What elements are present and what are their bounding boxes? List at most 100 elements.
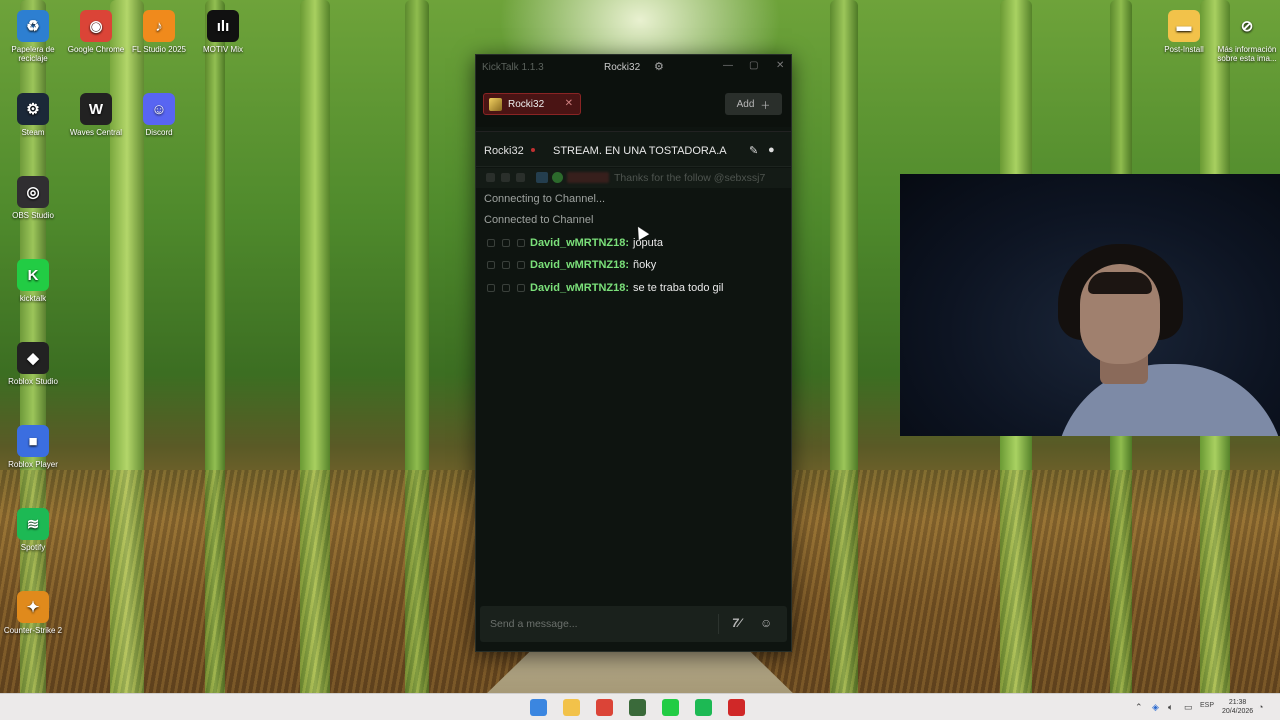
tab-rocki32[interactable]: Rocki32 ✕ (483, 93, 581, 115)
chat-message: David_wMRTNZ18: ñoky (476, 255, 791, 275)
channel-name[interactable]: Rocki32 (484, 145, 524, 157)
message-input[interactable] (480, 606, 710, 642)
monitor-icon[interactable]: ▭ (1184, 702, 1193, 713)
plus-icon: ＋ (760, 100, 771, 112)
shortcut-label: Google Chrome (67, 45, 125, 54)
app-title: KickTalk 1.1.3 (482, 62, 544, 73)
blurred-username (567, 172, 609, 183)
chrome-icon[interactable] (596, 699, 613, 716)
channel-header: Rocki32 STREAM. EN UNA TOSTADORA.A ✎ ● (476, 131, 791, 167)
user-icon[interactable]: ● (768, 144, 775, 156)
roblox-player-icon: ■ (17, 425, 49, 457)
chrome-icon: ◉ (80, 10, 112, 42)
volume-icon[interactable]: 🔈︎ (1168, 702, 1173, 713)
person-shoulders (1055, 364, 1280, 436)
emoji-icon[interactable]: ☺ (760, 616, 772, 630)
shortcut-label: Roblox Player (8, 460, 58, 469)
title-channel: Rocki32 (604, 62, 641, 73)
game-icon[interactable] (629, 699, 646, 716)
desktop-shortcut[interactable]: ■ Roblox Player (2, 425, 64, 469)
channel-avatar (489, 97, 502, 111)
desktop-shortcut[interactable]: ✦ Counter-Strike 2 (2, 591, 64, 635)
kicktalk-icon: K (17, 259, 49, 291)
message-composer: 7⁄ ☺ (480, 606, 787, 642)
desktop-shortcut[interactable]: ▬ Post-Install (1153, 10, 1215, 54)
mod-icon[interactable] (516, 173, 525, 182)
shortcut-label: Papelera de reciclaje (11, 45, 55, 63)
delete-icon[interactable] (517, 261, 525, 269)
system-message: Connecting to Channel... (484, 193, 606, 205)
discord-icon: ☺ (143, 93, 175, 125)
start-icon[interactable] (530, 699, 547, 716)
desktop-shortcut[interactable]: ⊘ Más información sobre esta ima... (1216, 10, 1278, 64)
mod-icon[interactable] (486, 173, 495, 182)
add-button[interactable]: Add ＋ (725, 93, 782, 115)
clock-date: 20/4/2026 (1222, 708, 1254, 715)
delete-icon[interactable] (517, 284, 525, 292)
desktop-shortcut[interactable]: W Waves Central (65, 93, 127, 137)
shortcut-label: Waves Central (69, 128, 123, 137)
desktop-shortcut[interactable]: Kkicktalk (2, 259, 64, 303)
message-username[interactable]: David_wMRTNZ18: (530, 237, 629, 249)
chevron-up-icon[interactable]: ⌃ (1135, 702, 1143, 713)
tab-label: Rocki32 (508, 98, 545, 110)
gear-icon[interactable]: ⚙ (654, 60, 664, 73)
ban-icon[interactable] (502, 261, 510, 269)
shortcut-label: Spotify (20, 543, 46, 552)
delete-icon[interactable] (517, 239, 525, 247)
shortcut-label: OBS Studio (12, 211, 54, 220)
spotify-icon[interactable] (695, 699, 712, 716)
file-explorer-icon[interactable] (563, 699, 580, 716)
message-username[interactable]: David_wMRTNZ18: (530, 282, 629, 294)
counter-strike-icon: ✦ (17, 591, 49, 623)
roblox-studio-icon: ◆ (17, 342, 49, 374)
close-tab-icon[interactable]: ✕ (565, 98, 573, 109)
message-username[interactable]: David_wMRTNZ18: (530, 259, 629, 271)
desktop-shortcut[interactable]: ◎ OBS Studio (2, 176, 64, 220)
shortcut-label: FL Studio 2025 (132, 45, 186, 54)
timeout-icon[interactable] (487, 284, 495, 292)
desktop-shortcut[interactable]: ♻ Papelera de reciclaje (2, 10, 64, 63)
camera-info-icon: ⊘ (1240, 17, 1254, 35)
fl-studio-icon: ♪ (143, 10, 175, 42)
message-text: se te traba todo gil (633, 282, 724, 294)
mod-icon[interactable] (501, 173, 510, 182)
pin-icon[interactable]: ✎ (749, 144, 758, 157)
minimize-icon[interactable]: — (723, 60, 733, 71)
shortcut-label: Roblox Studio (8, 377, 58, 386)
desktop-shortcut[interactable]: ♪ FL Studio 2025 (128, 10, 190, 54)
ban-icon[interactable] (502, 284, 510, 292)
desktop-shortcut[interactable]: ılı MOTIV Mix (192, 10, 254, 54)
title-bar[interactable]: KickTalk 1.1.3 Rocki32 ⚙ — ▢ ✕ (476, 55, 791, 79)
app-icon[interactable] (728, 699, 745, 716)
desktop-shortcut[interactable]: ≋ Spotify (2, 508, 64, 552)
clock[interactable]: 21:38 20/4/2026 (1222, 698, 1253, 716)
timeout-icon[interactable] (487, 239, 495, 247)
chat-message: David_wMRTNZ18: joputa (476, 233, 791, 253)
kick-emote-icon[interactable]: 7⁄ (732, 616, 741, 630)
pinned-message: Thanks for the follow @sebxssj7 (476, 168, 791, 188)
desktop-shortcut[interactable]: ⚙ Steam (2, 93, 64, 137)
webcam-overlay (900, 174, 1280, 436)
badge-icon (536, 172, 548, 183)
kicktalk-window: KickTalk 1.1.3 Rocki32 ⚙ — ▢ ✕ Rocki32 ✕… (475, 54, 792, 652)
waves-central-icon: W (80, 93, 112, 125)
verified-icon (552, 172, 563, 183)
desktop-shortcut[interactable]: ◆ Roblox Studio (2, 342, 64, 386)
maximize-icon[interactable]: ▢ (749, 60, 758, 71)
motiv-mix-icon: ılı (207, 10, 239, 42)
chat-message: David_wMRTNZ18: se te traba todo gil (476, 278, 791, 298)
kicktalk-icon[interactable] (662, 699, 679, 716)
shortcut-label: Counter-Strike 2 (3, 626, 63, 635)
shortcut-label: Más información sobre esta ima... (1217, 45, 1277, 63)
desktop-shortcut[interactable]: ☺ Discord (128, 93, 190, 137)
network-icon[interactable]: ◈ (1152, 702, 1159, 713)
taskbar: ⌃ ◈ 🔈︎ ▭ ESP 21:38 20/4/2026 ◔ (0, 693, 1280, 720)
ban-icon[interactable] (502, 239, 510, 247)
desktop-shortcut[interactable]: ◉ Google Chrome (65, 10, 127, 54)
add-label: Add (736, 98, 755, 110)
language-indicator[interactable]: ESP (1200, 702, 1214, 709)
timeout-icon[interactable] (487, 261, 495, 269)
notification-icon[interactable]: ◔ (1258, 702, 1263, 712)
close-icon[interactable]: ✕ (776, 60, 784, 71)
